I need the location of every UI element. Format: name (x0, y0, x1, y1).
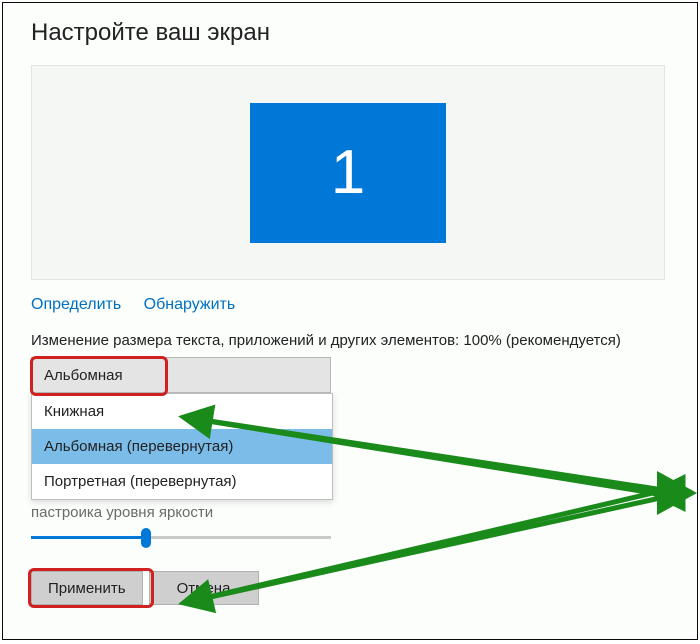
orientation-option-portrait-flipped[interactable]: Портретная (перевернутая) (32, 464, 332, 499)
orientation-dropdown[interactable]: Альбомная Книжная Альбомная (перевернута… (31, 357, 333, 500)
display-links: Определить Обнаружить (31, 296, 675, 314)
brightness-label: пастроика уровня яркости (31, 504, 675, 521)
orientation-list: Книжная Альбомная (перевернутая) Портрет… (31, 393, 333, 500)
page-title: Настройте ваш экран (31, 19, 675, 47)
monitor-tile-1[interactable]: 1 (250, 103, 446, 243)
orientation-option-landscape-flipped[interactable]: Альбомная (перевернутая) (32, 429, 332, 464)
orientation-selected[interactable]: Альбомная (31, 357, 331, 393)
detect-link[interactable]: Обнаружить (144, 296, 236, 313)
monitor-number: 1 (331, 137, 365, 208)
slider-fill (31, 536, 145, 539)
settings-window: Настройте ваш экран 1 Определить Обнаруж… (2, 2, 698, 640)
orientation-selected-text: Альбомная (44, 367, 123, 384)
cancel-button[interactable]: Отмена (149, 571, 259, 605)
scaling-label: Изменение размера текста, приложений и д… (31, 332, 675, 349)
action-buttons: Применить Отмена (31, 571, 675, 605)
slider-thumb[interactable] (141, 528, 151, 548)
apply-button[interactable]: Применить (31, 571, 143, 605)
orientation-option-portrait[interactable]: Книжная (32, 394, 332, 429)
display-preview-area: 1 (31, 65, 665, 280)
brightness-slider[interactable] (31, 525, 331, 551)
identify-link[interactable]: Определить (31, 296, 121, 313)
